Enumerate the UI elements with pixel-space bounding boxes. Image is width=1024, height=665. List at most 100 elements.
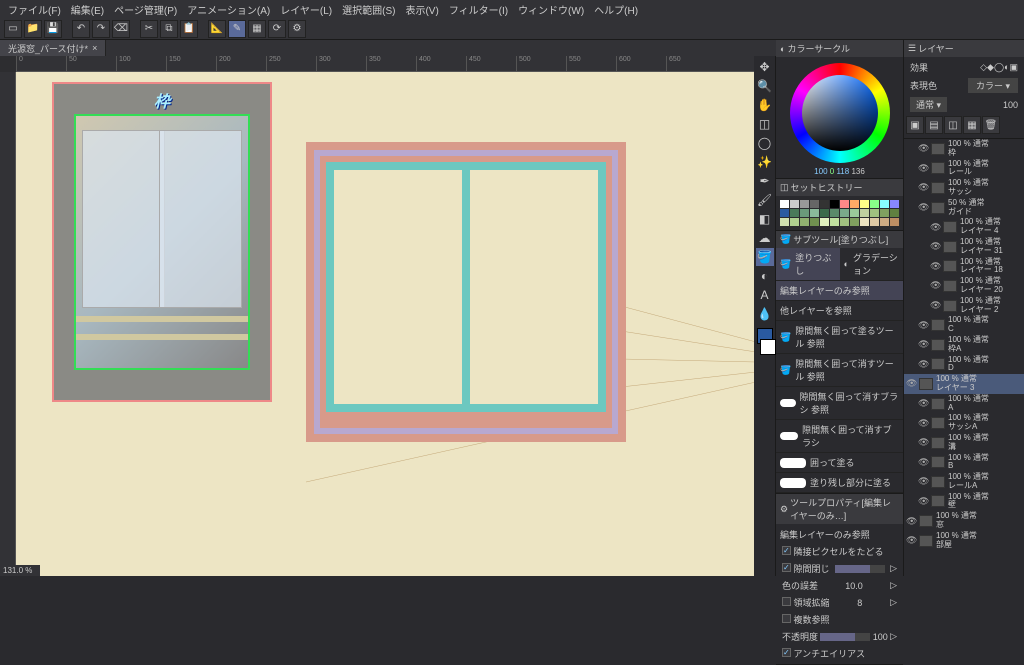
layer-row[interactable]: 👁100 % 通常B	[904, 453, 1024, 473]
visibility-icon[interactable]: 👁	[918, 457, 928, 468]
layer-row[interactable]: 👁100 % 通常レイヤー 3	[904, 374, 1024, 394]
visibility-icon[interactable]: 👁	[906, 535, 916, 546]
layer-btn-icon[interactable]: ▦	[963, 116, 981, 134]
swatch[interactable]	[820, 200, 829, 208]
swatch[interactable]	[880, 218, 889, 226]
hand-tool-icon[interactable]: ✋	[756, 96, 774, 114]
canvas-viewport[interactable]: 050100150200250300350400450500550600650 …	[0, 56, 754, 576]
layer-btn-icon[interactable]: ▣	[906, 116, 924, 134]
menu-file[interactable]: ファイル(F)	[4, 0, 65, 19]
subtool-item[interactable]: 編集レイヤーのみ参照	[776, 281, 903, 301]
checkbox[interactable]	[782, 597, 791, 606]
canvas[interactable]: 枠	[16, 72, 754, 576]
color-panel-header[interactable]: ◐カラーサークル	[776, 40, 903, 57]
slider[interactable]	[835, 565, 885, 573]
swatch[interactable]	[870, 209, 879, 217]
mode-select[interactable]: カラー ▾	[968, 78, 1018, 93]
layer-row[interactable]: 👁100 % 通常レールA	[904, 472, 1024, 492]
visibility-icon[interactable]: 👁	[918, 339, 928, 350]
subtool-item[interactable]: 囲って塗る	[776, 453, 903, 473]
layer-row[interactable]: 👁100 % 通常部屋	[904, 531, 1024, 551]
ruler-icon[interactable]: 📐	[208, 20, 226, 38]
subtool-tab-fill[interactable]: 🪣塗りつぶし	[776, 248, 840, 281]
layer-row[interactable]: 👁100 % 通常レール	[904, 159, 1024, 179]
layer-panel-header[interactable]: ☰レイヤー	[904, 40, 1024, 57]
layer-row[interactable]: 👁100 % 通常サッシ	[904, 178, 1024, 198]
paste-icon[interactable]: 📋	[180, 20, 198, 38]
layer-btn-icon[interactable]: 🗑	[982, 116, 1000, 134]
pen-tool-icon[interactable]: ✒	[756, 172, 774, 190]
checkbox[interactable]	[782, 546, 791, 555]
visibility-icon[interactable]: 👁	[918, 182, 928, 193]
swatch[interactable]	[890, 200, 899, 208]
grid-icon[interactable]: ▦	[248, 20, 266, 38]
swatch[interactable]	[800, 200, 809, 208]
new-icon[interactable]: ▭	[4, 20, 22, 38]
layer-btn-icon[interactable]: ◫	[944, 116, 962, 134]
erase-icon[interactable]: ⌫	[112, 20, 130, 38]
visibility-icon[interactable]: 👁	[918, 476, 928, 487]
open-icon[interactable]: 📁	[24, 20, 42, 38]
layer-row[interactable]: 👁100 % 通常レイヤー 31	[904, 237, 1024, 257]
gradient-tool-icon[interactable]: ◐	[756, 267, 774, 285]
config-icon[interactable]: ⚙	[288, 20, 306, 38]
subtool-item[interactable]: 🪣隙間無く囲って塗るツール 参照	[776, 321, 903, 354]
swatch[interactable]	[850, 218, 859, 226]
swatch[interactable]	[780, 218, 789, 226]
layer-row[interactable]: 👁100 % 通常窓	[904, 511, 1024, 531]
wand-tool-icon[interactable]: ✨	[756, 153, 774, 171]
swatch[interactable]	[870, 200, 879, 208]
subtool-header[interactable]: 🪣サブツール[塗りつぶし]	[776, 231, 903, 248]
swatch[interactable]	[850, 200, 859, 208]
swatch[interactable]	[860, 200, 869, 208]
layer-row[interactable]: 👁100 % 通常D	[904, 355, 1024, 375]
bg-color-swatch[interactable]	[760, 339, 776, 355]
swatch[interactable]	[810, 209, 819, 217]
layer-row[interactable]: 👁100 % 通常枠A	[904, 335, 1024, 355]
layer-row[interactable]: 👁100 % 通常壁	[904, 492, 1024, 512]
visibility-icon[interactable]: 👁	[918, 320, 928, 331]
visibility-icon[interactable]: 👁	[918, 202, 928, 213]
swatch[interactable]	[800, 218, 809, 226]
swatch[interactable]	[890, 218, 899, 226]
visibility-icon[interactable]: 👁	[930, 241, 940, 252]
layer-row[interactable]: 👁100 % 通常レイヤー 20	[904, 276, 1024, 296]
swatch[interactable]	[830, 218, 839, 226]
rotate-icon[interactable]: ⟳	[268, 20, 286, 38]
toolprop-header[interactable]: ⚙ツールプロパティ[編集レイヤーのみ…]	[776, 494, 903, 524]
text-tool-icon[interactable]: A	[756, 286, 774, 304]
layer-list[interactable]: 👁100 % 通常枠👁100 % 通常レール👁100 % 通常サッシ👁50 % …	[904, 139, 1024, 576]
layer-row[interactable]: 👁100 % 通常A	[904, 394, 1024, 414]
subtool-item[interactable]: 隙間無く囲って消すブラシ	[776, 420, 903, 453]
brush-tool-icon[interactable]: 🖌	[756, 191, 774, 209]
swatch[interactable]	[800, 209, 809, 217]
visibility-icon[interactable]: 👁	[918, 143, 928, 154]
swatch[interactable]	[820, 218, 829, 226]
color-wheel[interactable]	[790, 63, 890, 163]
menu-anim[interactable]: アニメーション(A)	[183, 0, 274, 19]
swatch[interactable]	[860, 218, 869, 226]
eyedrop-tool-icon[interactable]: 💧	[756, 305, 774, 323]
tab-close-icon[interactable]: ×	[92, 43, 97, 53]
subtool-item[interactable]: 隙間無く囲って消すブラシ 参照	[776, 387, 903, 420]
visibility-icon[interactable]: 👁	[918, 359, 928, 370]
layer-row[interactable]: 👁100 % 通常C	[904, 315, 1024, 335]
swatch[interactable]	[830, 200, 839, 208]
zoom-tool-icon[interactable]: 🔍	[756, 77, 774, 95]
swatch[interactable]	[810, 200, 819, 208]
move-tool-icon[interactable]: ✥	[756, 58, 774, 76]
pen-icon[interactable]: ✎	[228, 20, 246, 38]
swatch[interactable]	[840, 209, 849, 217]
visibility-icon[interactable]: 👁	[918, 418, 928, 429]
fill-tool-icon[interactable]: 🪣	[756, 248, 774, 266]
subtool-item[interactable]: 🪣隙間無く囲って消すツール 参照	[776, 354, 903, 387]
swatch[interactable]	[840, 218, 849, 226]
swatch[interactable]	[790, 218, 799, 226]
swatch[interactable]	[810, 218, 819, 226]
history-panel-header[interactable]: ◫セットヒストリー	[776, 179, 903, 196]
slider[interactable]	[820, 633, 870, 641]
layer-row[interactable]: 👁100 % 通常サッシA	[904, 413, 1024, 433]
menu-select[interactable]: 選択範囲(S)	[338, 0, 399, 19]
menu-window[interactable]: ウィンドウ(W)	[514, 0, 588, 19]
swatch[interactable]	[880, 209, 889, 217]
